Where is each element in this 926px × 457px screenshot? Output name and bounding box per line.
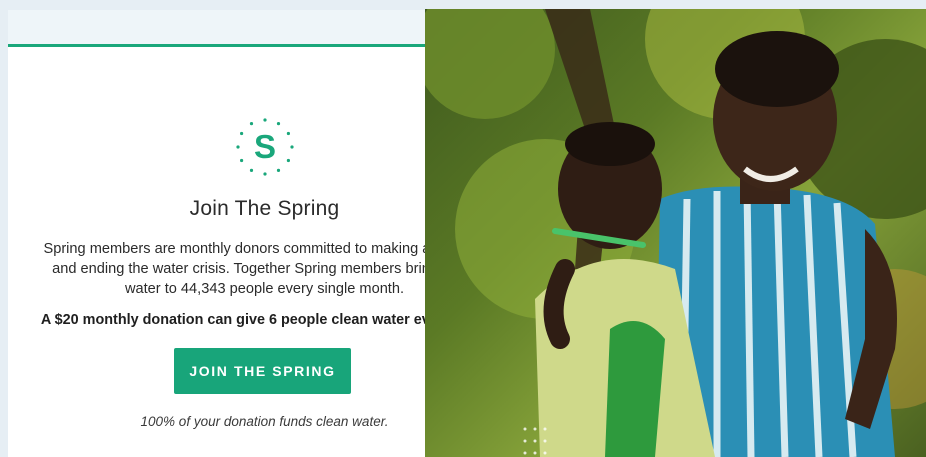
photo-image-icon	[425, 9, 926, 457]
join-the-spring-button[interactable]: JOIN THE SPRING	[174, 348, 351, 394]
logo-letter: S	[253, 128, 275, 165]
hero-photo	[425, 9, 926, 457]
spring-logo-icon: S	[235, 117, 295, 177]
